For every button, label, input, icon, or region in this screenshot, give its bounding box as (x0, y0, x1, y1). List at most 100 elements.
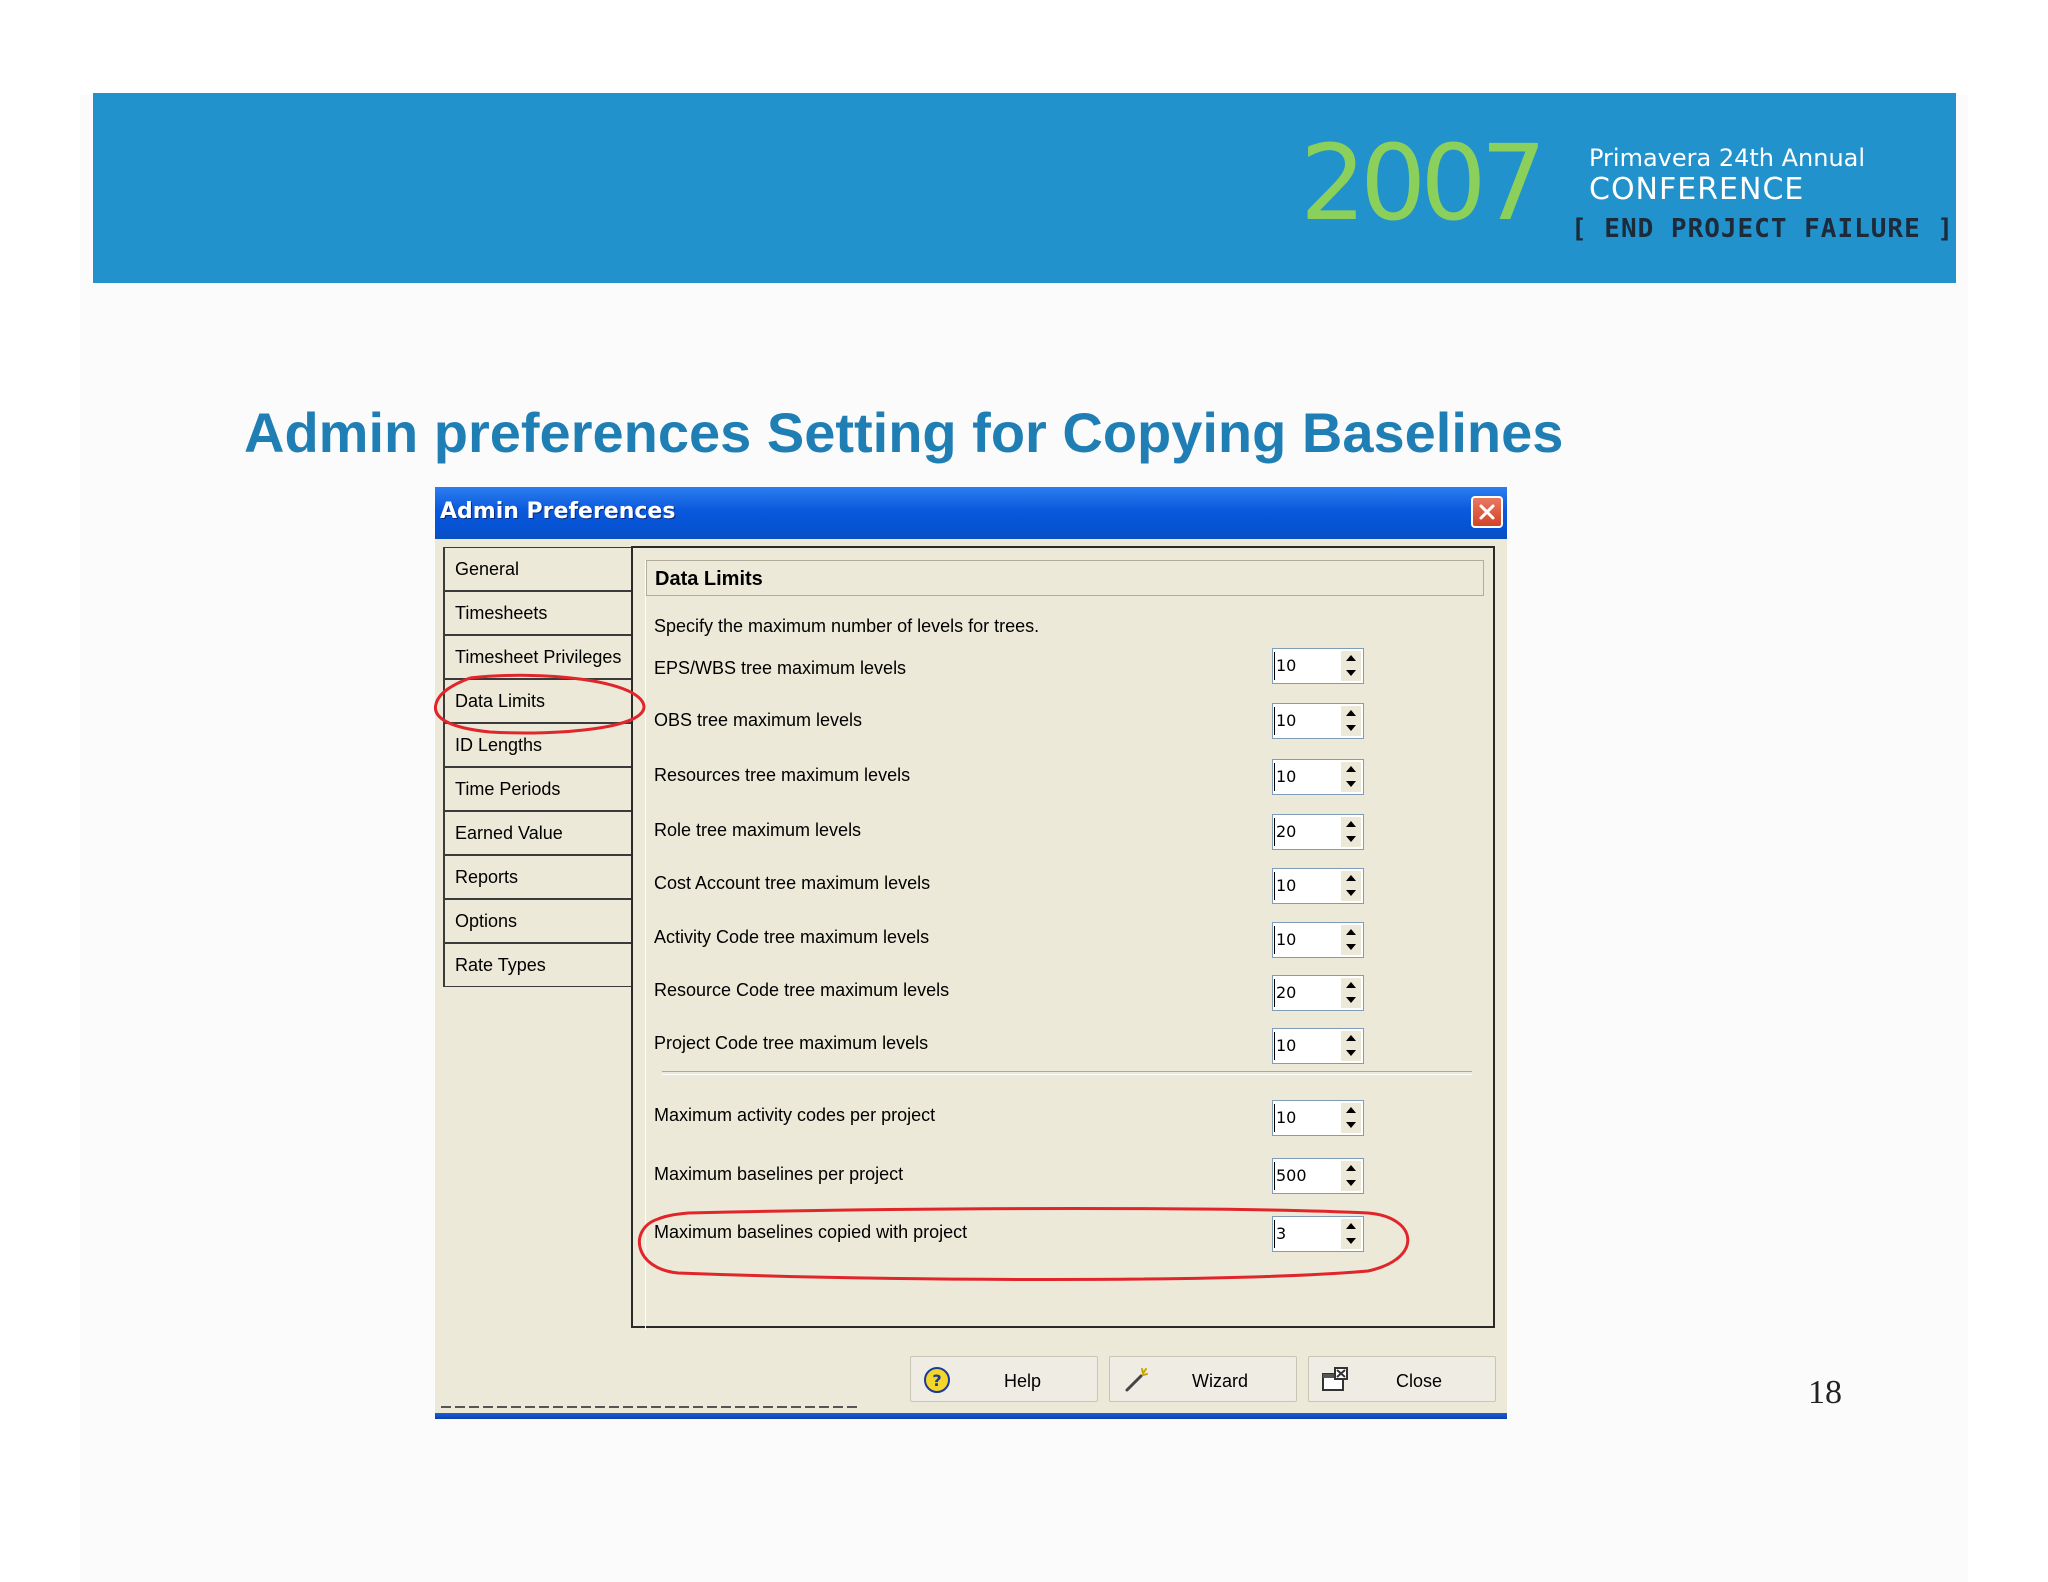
obs-levels-spinner[interactable]: 10 (1272, 703, 1364, 739)
spin-up-icon[interactable] (1341, 871, 1361, 886)
svg-text:?: ? (932, 1371, 941, 1390)
project-code-levels-label: Project Code tree maximum levels (654, 1033, 929, 1053)
spinner-arrows (1341, 978, 1361, 1008)
obs-levels-label: OBS tree maximum levels (654, 710, 863, 730)
resources-levels-spinner[interactable]: 10 (1272, 759, 1364, 795)
data-limits-panel: Data Limits Specify the maximum number o… (631, 546, 1495, 1330)
spinner-value: 20 (1276, 983, 1297, 1002)
spinner-arrows (1341, 1161, 1361, 1191)
nav-item-label: Options (455, 911, 518, 931)
activity-code-levels-spinner[interactable]: 10 (1272, 922, 1364, 958)
text-caret (1274, 1220, 1275, 1248)
wizard-button[interactable]: Wizard (1109, 1356, 1297, 1402)
close-window-icon (1321, 1366, 1351, 1399)
spinner-arrows (1341, 651, 1361, 681)
text-caret (1274, 1032, 1275, 1060)
text-caret (1274, 872, 1275, 900)
panel-instruction: Specify the maximum number of levels for… (654, 616, 1040, 636)
nav-item-label: Earned Value (455, 823, 563, 843)
baselines-per-project-spinner[interactable]: 500 (1272, 1158, 1364, 1194)
baselines-copied-spinner[interactable]: 3 (1272, 1216, 1364, 1252)
nav-item-options[interactable]: Options (443, 899, 633, 943)
close-icon[interactable] (1471, 496, 1503, 528)
role-levels-spinner[interactable]: 20 (1272, 814, 1364, 850)
spin-down-icon[interactable] (1341, 832, 1361, 847)
nav-item-reports[interactable]: Reports (443, 855, 633, 899)
spin-down-icon[interactable] (1341, 1118, 1361, 1133)
spin-down-icon[interactable] (1341, 721, 1361, 736)
spinner-value: 10 (1276, 1036, 1297, 1055)
resource-code-levels-spinner[interactable]: 20 (1272, 975, 1364, 1011)
eps-wbs-levels-spinner[interactable]: 10 (1272, 648, 1364, 684)
nav-item-label: General (455, 559, 520, 579)
panel-header-title: Data Limits (655, 568, 763, 590)
spin-down-icon[interactable] (1341, 993, 1361, 1008)
nav-item-id-lengths[interactable]: ID Lengths (443, 723, 633, 767)
nav-item-data-limits[interactable]: Data Limits (443, 679, 635, 723)
spinner-value: 10 (1276, 930, 1297, 949)
admin-preferences-dialog: Admin Preferences General Timesheets Tim… (435, 487, 1507, 1419)
panel-header: Data Limits (646, 560, 1484, 596)
role-levels-label: Role tree maximum levels (654, 820, 862, 840)
spin-up-icon[interactable] (1341, 978, 1361, 993)
spinner-arrows (1341, 817, 1361, 847)
close-button[interactable]: Close (1308, 1356, 1496, 1402)
nav-item-time-periods[interactable]: Time Periods (443, 767, 633, 811)
spin-up-icon[interactable] (1341, 1031, 1361, 1046)
text-caret (1274, 763, 1275, 791)
spin-down-icon[interactable] (1341, 666, 1361, 681)
spin-up-icon[interactable] (1341, 762, 1361, 777)
spin-up-icon[interactable] (1341, 1219, 1361, 1234)
project-code-levels-spinner[interactable]: 10 (1272, 1028, 1364, 1064)
nav-item-label: Rate Types (455, 955, 546, 975)
spinner-value: 10 (1276, 656, 1297, 675)
spin-down-icon[interactable] (1341, 1046, 1361, 1061)
cost-account-levels-spinner[interactable]: 10 (1272, 868, 1364, 904)
resources-levels-label: Resources tree maximum levels (654, 765, 911, 785)
spin-up-icon[interactable] (1341, 651, 1361, 666)
spinner-arrows (1341, 1103, 1361, 1133)
logo-tagline: [ END PROJECT FAILURE ] (1571, 214, 1955, 244)
spin-down-icon[interactable] (1341, 777, 1361, 792)
nav-item-general[interactable]: General (443, 547, 633, 591)
spin-up-icon[interactable] (1341, 1103, 1361, 1118)
text-caret (1274, 1162, 1275, 1190)
dialog-bottom-border (435, 1413, 1507, 1419)
page-number: 18 (1808, 1374, 1842, 1411)
activity-codes-per-project-label: Maximum activity codes per project (654, 1105, 936, 1125)
nav-item-timesheets[interactable]: Timesheets (443, 591, 633, 635)
spin-down-icon[interactable] (1341, 1234, 1361, 1249)
help-icon: ? (923, 1366, 951, 1399)
spin-up-icon[interactable] (1341, 817, 1361, 832)
logo-line2: CONFERENCE (1589, 172, 1805, 207)
text-caret (1274, 818, 1275, 846)
baselines-copied-label: Maximum baselines copied with project (654, 1222, 968, 1242)
spin-down-icon[interactable] (1341, 940, 1361, 955)
logo-line1: Primavera 24th Annual (1589, 144, 1866, 172)
spinner-arrows (1341, 1219, 1361, 1249)
spin-down-icon[interactable] (1341, 1176, 1361, 1191)
text-caret (1274, 1104, 1275, 1132)
spin-up-icon[interactable] (1341, 1161, 1361, 1176)
spin-down-icon[interactable] (1341, 886, 1361, 901)
logo-year: 2007 (1300, 122, 1547, 244)
nav-item-timesheet-privileges[interactable]: Timesheet Privileges (443, 635, 633, 679)
cost-account-levels-label: Cost Account tree maximum levels (654, 873, 931, 893)
help-button[interactable]: ? Help (910, 1356, 1098, 1402)
dialog-titlebar[interactable]: Admin Preferences (435, 487, 1507, 539)
dialog-title: Admin Preferences (440, 499, 676, 524)
spin-up-icon[interactable] (1341, 706, 1361, 721)
help-button-label: Help (1004, 1371, 1042, 1391)
spinner-arrows (1341, 871, 1361, 901)
wizard-wand-icon (1122, 1366, 1150, 1399)
close-button-label: Close (1396, 1371, 1443, 1391)
spinner-value: 3 (1276, 1224, 1287, 1243)
nav-item-earned-value[interactable]: Earned Value (443, 811, 633, 855)
nav-item-label: Reports (455, 867, 519, 887)
nav-item-label: ID Lengths (455, 735, 543, 755)
activity-codes-per-project-spinner[interactable]: 10 (1272, 1100, 1364, 1136)
nav-item-rate-types[interactable]: Rate Types (443, 943, 633, 987)
spinner-value: 20 (1276, 822, 1297, 841)
spin-up-icon[interactable] (1341, 925, 1361, 940)
spinner-value: 500 (1276, 1166, 1307, 1185)
